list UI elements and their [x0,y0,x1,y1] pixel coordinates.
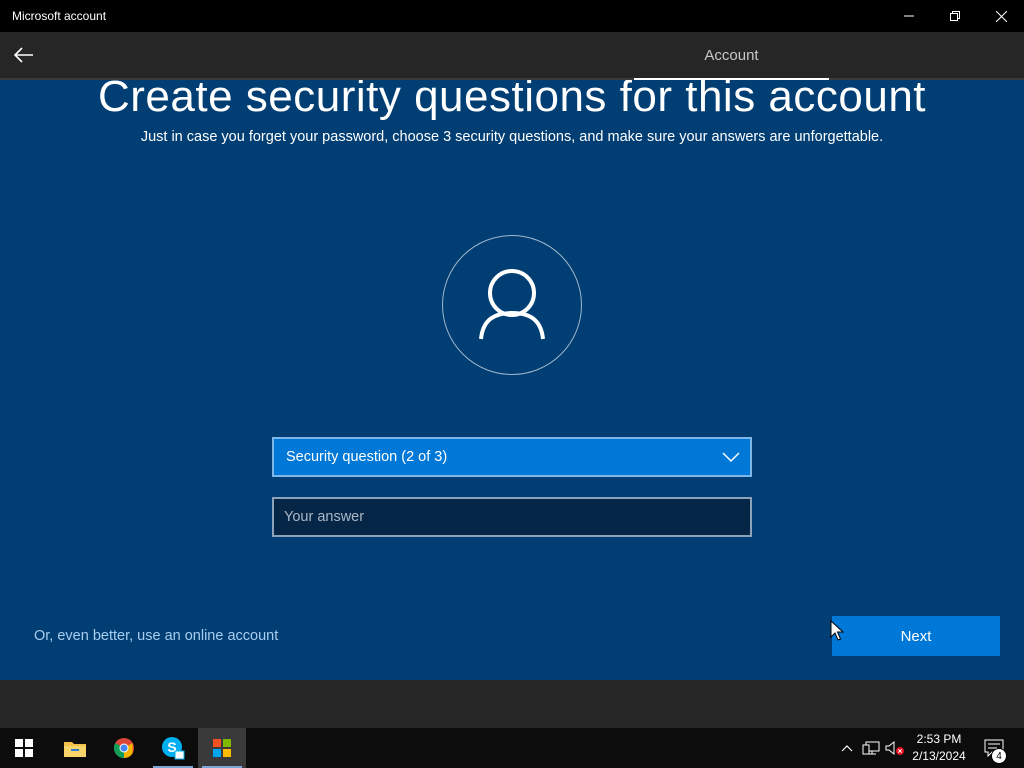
volume-tray-button[interactable] [884,728,906,768]
minimize-icon [904,15,914,17]
skype-icon: S [162,737,185,760]
chrome-icon [113,738,134,759]
main-panel: Create security questions for this accou… [0,80,1024,680]
file-explorer-icon [64,742,86,757]
page-subtitle: Just in case you forget your password, c… [140,129,884,145]
microsoft-store-icon [213,739,231,757]
avatar [442,235,582,375]
minimize-button[interactable] [886,0,932,32]
window-title: Microsoft account [12,9,107,23]
show-hidden-icons-button[interactable] [838,728,856,768]
page-title: Create security questions for this accou… [97,80,927,121]
security-question-select[interactable]: Security question (2 of 3) [272,437,752,477]
back-arrow-icon [14,47,33,63]
network-icon [862,741,880,755]
back-button[interactable] [8,39,40,71]
notification-count-badge: 4 [991,748,1007,764]
windows-start-icon [15,739,33,757]
taskbar: S 2:53 PM 2/13/2024 4 [0,728,1024,768]
title-bar: Microsoft account [0,0,1024,32]
clock-date: 2/13/2024 [912,749,966,763]
volume-muted-icon [885,740,904,756]
user-icon [479,269,545,340]
chevron-up-icon [841,745,853,752]
answer-input[interactable] [272,497,752,537]
app-header: Account [0,32,1024,78]
taskbar-chrome[interactable] [100,728,148,768]
next-button[interactable]: Next [832,616,1000,656]
taskbar-clock[interactable]: 2:53 PM 2/13/2024 [906,731,972,765]
online-account-link[interactable]: Or, even better, use an online account [34,628,278,644]
restore-icon [950,11,960,21]
tab-account[interactable]: Account [634,32,829,78]
close-icon [995,10,1007,22]
footer-bar [0,680,1024,728]
security-question-selected: Security question (2 of 3) [286,449,448,465]
taskbar-skype[interactable]: S [149,728,197,768]
taskbar-file-explorer[interactable] [51,728,99,768]
network-tray-button[interactable] [861,728,881,768]
close-button[interactable] [978,0,1024,32]
clock-time: 2:53 PM [916,732,962,746]
mouse-cursor-icon [830,620,844,641]
taskbar-microsoft-store[interactable] [198,728,246,768]
restore-button[interactable] [932,0,978,32]
chevron-down-icon [722,452,740,463]
start-button[interactable] [0,728,48,768]
